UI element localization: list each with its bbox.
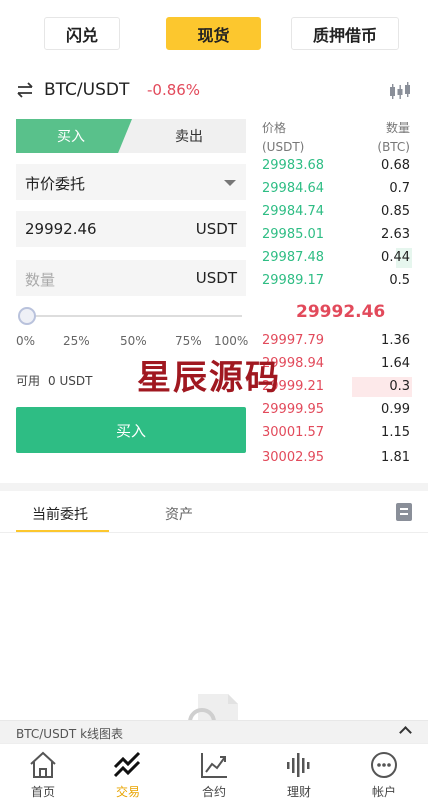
orderbook-bid-row[interactable]: 29984.64 0.7: [262, 179, 410, 199]
nav-home-label: 首页: [30, 785, 55, 799]
sell-tab[interactable]: 卖出: [132, 119, 246, 153]
nav-trade[interactable]: 交易: [85, 744, 171, 801]
tab-current-orders[interactable]: 当前委托: [32, 504, 88, 524]
bottom-nav: 首页 交易 合约 理财 帐户: [0, 743, 428, 801]
price-header-unit: (USDT): [262, 140, 305, 154]
bid-qty: 0.44: [381, 250, 410, 265]
percent-75[interactable]: 75%: [175, 334, 202, 348]
orderbook-ask-row[interactable]: 29998.94 1.64: [262, 354, 410, 374]
tab-assets[interactable]: 资产: [165, 504, 193, 524]
orderbook-ask-row[interactable]: 29999.21 0.3: [262, 377, 412, 397]
amount-field[interactable]: 数量 USDT: [16, 260, 246, 296]
ask-qty: 1.64: [381, 356, 410, 371]
orderbook-ask-row[interactable]: 29997.79 1.36: [262, 331, 410, 351]
bid-price: 29987.48: [262, 250, 325, 265]
kline-bar-label: BTC/USDT k线图表: [16, 727, 124, 741]
price-field[interactable]: 29992.46 USDT: [16, 211, 246, 247]
amount-unit: USDT: [195, 269, 237, 287]
buy-button[interactable]: 买入: [16, 407, 246, 453]
ask-price: 30001.57: [262, 425, 325, 440]
nav-account[interactable]: 帐户: [341, 744, 427, 801]
price-value: 29992.46: [25, 220, 97, 238]
ask-qty: 1.81: [381, 450, 410, 465]
account-icon: [371, 752, 397, 778]
orderbook-bid-row[interactable]: 29984.74 0.85: [262, 202, 410, 222]
chevron-up-icon: [399, 726, 412, 739]
pair-name[interactable]: BTC/USDT: [44, 80, 129, 100]
tab-flash-swap[interactable]: 闪兑: [44, 17, 120, 50]
orderbook-bid-row[interactable]: 29989.17 0.5: [262, 271, 410, 291]
home-icon: [30, 751, 56, 778]
percent-slider[interactable]: [16, 307, 246, 325]
buy-tab[interactable]: 买入: [16, 119, 132, 153]
bid-price: 29983.68: [262, 158, 325, 173]
tab-spot[interactable]: 现货: [166, 17, 261, 50]
percent-25[interactable]: 25%: [63, 334, 90, 348]
contract-chart-icon: [201, 753, 227, 778]
nav-finance-label: 理财: [286, 785, 311, 799]
price-unit: USDT: [195, 220, 237, 238]
ask-qty: 0.3: [389, 379, 410, 394]
nav-contract[interactable]: 合约: [171, 744, 257, 801]
bid-price: 29985.01: [262, 227, 325, 242]
orderbook-bid-row[interactable]: 29985.01 2.63: [262, 225, 410, 245]
watermark: 星辰源码: [137, 358, 281, 398]
finance-wave-icon: [287, 753, 310, 777]
bid-price: 29984.64: [262, 181, 325, 196]
slider-handle[interactable]: [18, 307, 36, 325]
order-type-select[interactable]: 市价委托: [16, 164, 246, 200]
ask-price: 29999.95: [262, 402, 325, 417]
bid-price: 29984.74: [262, 204, 325, 219]
nav-trade-label: 交易: [115, 785, 140, 799]
order-history-icon[interactable]: [396, 503, 412, 521]
ask-qty: 1.15: [381, 425, 410, 440]
trade-icon: [113, 751, 141, 778]
bid-qty: 2.63: [381, 227, 410, 242]
kline-chart-toggle[interactable]: BTC/USDT k线图表: [0, 720, 428, 743]
available-balance: 可用 0 USDT: [16, 372, 92, 389]
nav-home[interactable]: 首页: [0, 744, 86, 801]
bid-qty: 0.7: [389, 181, 410, 196]
side-tabs: 买入 卖出: [16, 119, 246, 153]
ask-qty: 1.36: [381, 333, 410, 348]
slider-track: [20, 315, 242, 317]
price-header: 价格: [262, 121, 287, 135]
pair-change: -0.86%: [147, 81, 201, 99]
orders-tabs: 当前委托 资产: [0, 491, 428, 533]
available-value: 0 USDT: [48, 374, 93, 388]
percent-labels: 0% 25% 50% 75% 100%: [16, 334, 248, 350]
ask-price: 29997.79: [262, 333, 325, 348]
orderbook-ask-row[interactable]: 29999.95 0.99: [262, 400, 410, 420]
qty-header-unit: (BTC): [377, 140, 410, 154]
active-tab-underline: [16, 530, 109, 532]
qty-header: 数量: [385, 121, 410, 135]
orderbook-bid-row[interactable]: 29983.68 0.68: [262, 156, 410, 176]
candlestick-icon[interactable]: [388, 80, 412, 102]
pair-header: BTC/USDT -0.86%: [16, 78, 412, 106]
bid-qty: 0.68: [381, 158, 410, 173]
ask-price: 30002.95: [262, 450, 325, 465]
nav-account-label: 帐户: [371, 785, 396, 799]
mid-price: 29992.46: [296, 302, 386, 322]
bid-qty: 0.85: [381, 204, 410, 219]
caret-down-icon: [224, 180, 236, 186]
percent-100[interactable]: 100%: [214, 334, 248, 348]
ask-qty: 0.99: [381, 402, 410, 417]
order-type-value: 市价委托: [25, 175, 86, 193]
percent-0[interactable]: 0%: [16, 334, 35, 348]
bid-price: 29989.17: [262, 273, 325, 288]
swap-icon[interactable]: [16, 81, 34, 99]
available-label: 可用: [16, 374, 41, 388]
tab-pledge-loan[interactable]: 质押借币: [291, 17, 399, 50]
orderbook-bid-row[interactable]: 29987.48 0.44: [262, 248, 412, 268]
mode-tabs: 闪兑 现货 质押借币: [0, 17, 428, 50]
orderbook-ask-row[interactable]: 30001.57 1.15: [262, 423, 410, 443]
percent-50[interactable]: 50%: [120, 334, 147, 348]
bid-qty: 0.5: [389, 273, 410, 288]
nav-contract-label: 合约: [201, 785, 226, 799]
section-divider: [0, 483, 428, 491]
orderbook-ask-row[interactable]: 30002.95 1.81: [262, 448, 410, 468]
amount-placeholder: 数量: [25, 271, 56, 289]
nav-finance[interactable]: 理财: [256, 744, 342, 801]
